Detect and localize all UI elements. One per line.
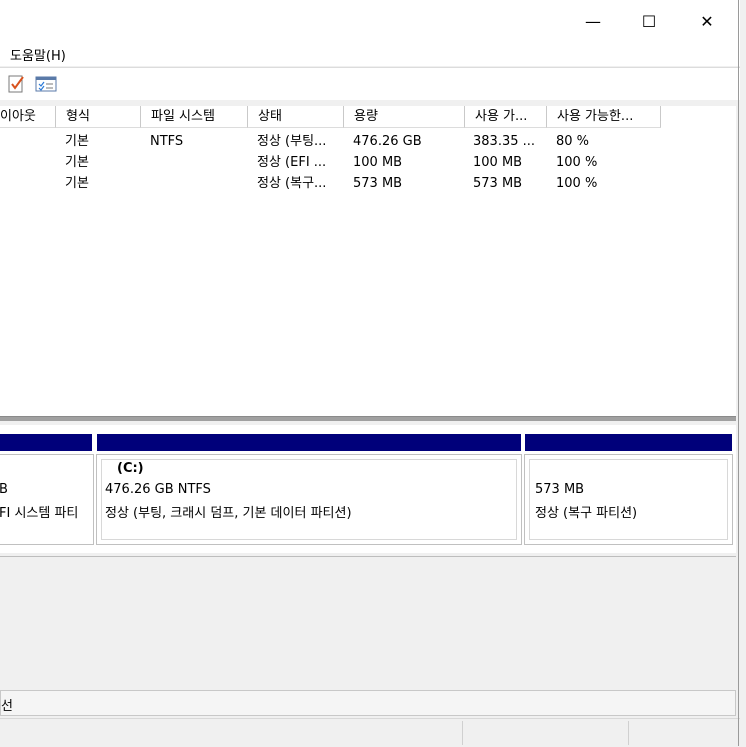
partition-name: (C:) [117, 461, 144, 476]
status-divider [628, 721, 629, 745]
column-header-free-percent[interactable]: 사용 가능한... [547, 106, 661, 128]
partition-header-bar [0, 434, 92, 451]
title-bar: — ☐ ✕ [0, 0, 740, 42]
close-icon: ✕ [700, 11, 714, 31]
column-header-layout[interactable]: 이아웃 [0, 106, 56, 128]
column-header-filesystem[interactable]: 파일 시스템 [141, 106, 248, 128]
partition-selection-frame [529, 459, 728, 540]
volume-list: 이아웃 형식 파일 시스템 상태 용량 사용 가... 사용 가능한... 기본… [0, 106, 736, 416]
maximize-button[interactable]: ☐ [626, 0, 672, 42]
cell-capacity: 100 MB [353, 155, 403, 170]
cell-free-percent: 80 % [556, 134, 590, 149]
disk-map-empty-area [0, 556, 736, 691]
list-view-icon[interactable] [35, 76, 57, 92]
cell-type: 기본 [65, 134, 89, 149]
table-row[interactable]: 기본 정상 (EFI ... 100 MB 100 MB 100 % [0, 152, 736, 173]
maximize-icon: ☐ [641, 11, 657, 31]
properties-check-icon[interactable] [8, 74, 26, 94]
partition-selection-frame [101, 459, 517, 540]
pane-splitter[interactable] [0, 416, 736, 421]
partition-header-bar [97, 434, 521, 451]
partition-size: 573 MB [535, 482, 585, 497]
menu-help[interactable]: 도움말(H) [10, 45, 66, 64]
table-row[interactable]: 기본 정상 (복구... 573 MB 573 MB 100 % [0, 173, 736, 194]
close-button[interactable]: ✕ [684, 0, 730, 42]
cell-status: 정상 (복구... [257, 176, 327, 191]
cell-type: 기본 [65, 176, 89, 191]
cell-capacity: 573 MB [353, 176, 403, 191]
partition-status: FI 시스템 파티 [0, 506, 79, 521]
column-header-type[interactable]: 형식 [56, 106, 141, 128]
status-bar [0, 718, 740, 747]
disk-map: B FI 시스템 파티 (C:) 476.26 GB NTFS 정상 (부팅, … [0, 425, 736, 553]
partition-c-drive[interactable]: (C:) 476.26 GB NTFS 정상 (부팅, 크래시 덤프, 기본 데… [96, 454, 522, 545]
column-header-status[interactable]: 상태 [248, 106, 344, 128]
column-header-capacity[interactable]: 용량 [344, 106, 465, 128]
cell-filesystem: NTFS [150, 134, 184, 149]
menu-bar: 도움말(H) [0, 42, 740, 66]
cell-free-percent: 100 % [556, 155, 598, 170]
cell-status: 정상 (부팅... [257, 134, 327, 149]
cell-capacity: 476.26 GB [353, 134, 422, 149]
minimize-button[interactable]: — [570, 0, 616, 42]
partition-status: 정상 (복구 파티션) [535, 506, 638, 521]
cell-free-percent: 100 % [556, 176, 598, 191]
cell-type: 기본 [65, 155, 89, 170]
status-divider [462, 721, 463, 745]
toolbar [0, 67, 740, 100]
column-header-free-space[interactable]: 사용 가... [465, 106, 547, 128]
cell-free-space: 100 MB [473, 155, 523, 170]
partition-status: 정상 (부팅, 크래시 덤프, 기본 데이터 파티션) [105, 506, 352, 521]
cell-status: 정상 (EFI ... [257, 155, 327, 170]
cell-free-space: 383.35 ... [473, 134, 536, 149]
partition-recovery[interactable]: 573 MB 정상 (복구 파티션) [524, 454, 733, 545]
minimize-icon: — [585, 11, 601, 31]
partition-size: 476.26 GB NTFS [105, 482, 211, 497]
partition-header-bar [525, 434, 732, 451]
partition-efi[interactable]: B FI 시스템 파티 [0, 454, 94, 545]
partition-size: B [0, 482, 8, 497]
legend-bar: 선 [0, 690, 736, 716]
legend-text: 선 [1, 699, 13, 714]
table-row[interactable]: 기본 NTFS 정상 (부팅... 476.26 GB 383.35 ... 8… [0, 131, 736, 152]
window-border [738, 0, 739, 746]
cell-free-space: 573 MB [473, 176, 523, 191]
